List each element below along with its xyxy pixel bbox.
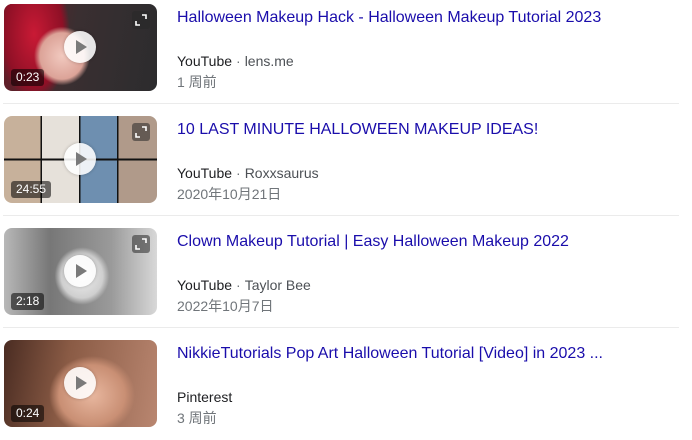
separator-dot: · <box>236 53 241 69</box>
play-icon[interactable] <box>64 143 96 175</box>
result-date: 2022年10月7日 <box>177 298 274 314</box>
channel-name: Taylor Bee <box>244 277 311 293</box>
source-name: YouTube <box>177 277 233 293</box>
result-title-link[interactable]: NikkieTutorials Pop Art Halloween Tutori… <box>177 344 667 364</box>
separator-dot: · <box>236 165 241 181</box>
channel-name: lens.me <box>244 53 294 69</box>
expand-icon[interactable] <box>132 11 150 29</box>
divider <box>3 103 679 104</box>
video-thumbnail[interactable]: 24:55 <box>4 116 157 203</box>
result-source: Pinterest <box>177 387 232 407</box>
divider <box>3 327 679 328</box>
source-name: Pinterest <box>177 389 233 405</box>
play-icon[interactable] <box>64 367 96 399</box>
result-date: 2020年10月21日 <box>177 186 282 202</box>
separator-dot: · <box>236 277 241 293</box>
video-duration: 0:24 <box>11 405 45 422</box>
video-result: 0:23 Halloween Makeup Hack - Halloween M… <box>0 0 692 104</box>
video-results-list: 0:23 Halloween Makeup Hack - Halloween M… <box>0 0 692 429</box>
play-icon[interactable] <box>64 255 96 287</box>
video-thumbnail[interactable]: 0:23 <box>4 4 157 91</box>
result-title-link[interactable]: Halloween Makeup Hack - Halloween Makeup… <box>177 8 667 28</box>
source-name: YouTube <box>177 165 233 181</box>
expand-icon[interactable] <box>132 235 150 253</box>
play-icon[interactable] <box>64 31 96 63</box>
source-name: YouTube <box>177 53 233 69</box>
result-title-link[interactable]: 10 LAST MINUTE HALLOWEEN MAKEUP IDEAS! <box>177 120 667 140</box>
video-result: 24:55 10 LAST MINUTE HALLOWEEN MAKEUP ID… <box>0 112 692 216</box>
video-duration: 24:55 <box>11 181 52 198</box>
channel-name: Roxxsaurus <box>244 165 319 181</box>
divider <box>3 215 679 216</box>
result-source: YouTube · Roxxsaurus <box>177 163 319 183</box>
result-source: YouTube · Taylor Bee <box>177 275 311 295</box>
video-duration: 0:23 <box>11 69 45 86</box>
result-date: 3 周前 <box>177 410 217 426</box>
result-title-link[interactable]: Clown Makeup Tutorial | Easy Halloween M… <box>177 232 667 252</box>
expand-icon[interactable] <box>132 123 150 141</box>
video-result: 2:18 Clown Makeup Tutorial | Easy Hallow… <box>0 224 692 328</box>
video-result: 0:24 NikkieTutorials Pop Art Halloween T… <box>0 336 692 440</box>
result-source: YouTube · lens.me <box>177 51 294 71</box>
result-date: 1 周前 <box>177 74 217 90</box>
video-duration: 2:18 <box>11 293 45 310</box>
video-thumbnail[interactable]: 2:18 <box>4 228 157 315</box>
video-thumbnail[interactable]: 0:24 <box>4 340 157 427</box>
